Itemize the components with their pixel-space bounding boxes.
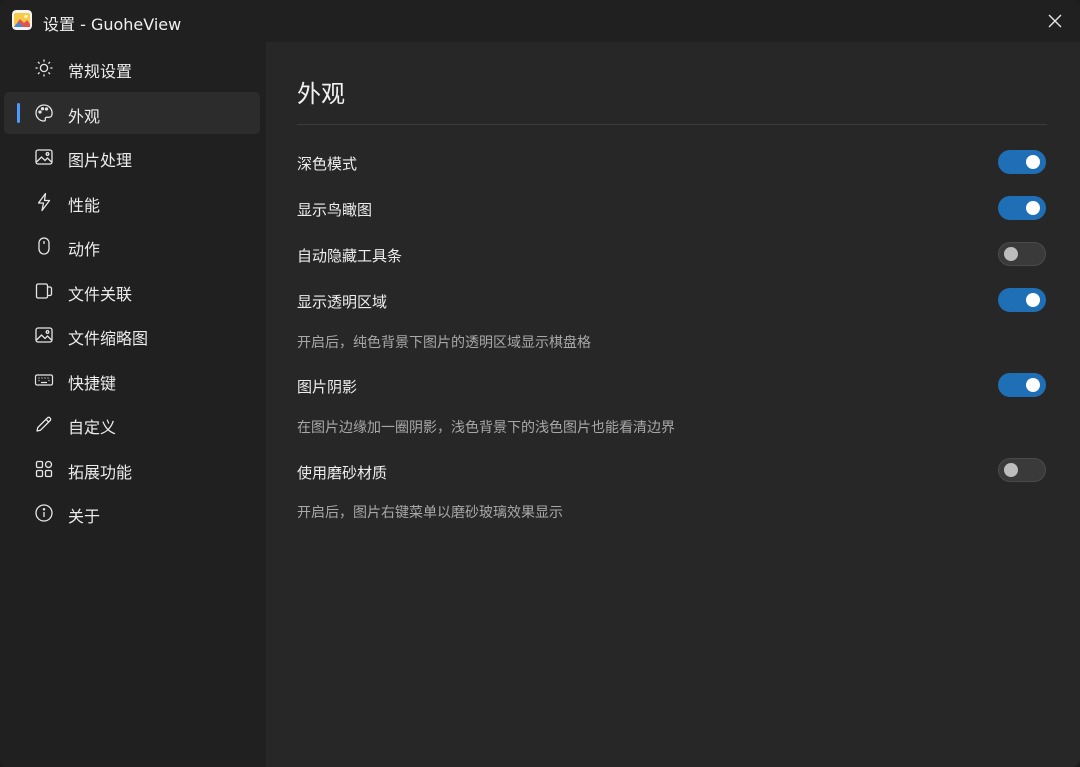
setting-description: 开启后，纯色背景下图片的透明区域显示棋盘格 [297, 335, 591, 351]
toggle-knob [1004, 247, 1018, 261]
sidebar-item-actions[interactable]: 动作 [4, 225, 260, 267]
app-logo-icon [12, 10, 32, 30]
sidebar: 常规设置 外观 图片处理 性能 动作 文件关联 文件缩略图 快捷键 自定义 拓展… [0, 42, 266, 767]
toggle-knob [1026, 378, 1040, 392]
setting-label-dark-mode: 深色模式 [297, 155, 358, 173]
sidebar-item-extensions[interactable]: 拓展功能 [4, 448, 260, 490]
sidebar-item-about[interactable]: 关于 [4, 492, 260, 534]
setting-description: 开启后，图片右键菜单以磨砂玻璃效果显示 [297, 505, 563, 521]
sidebar-item-label: 常规设置 [68, 62, 133, 81]
sidebar-item-label: 性能 [68, 196, 101, 215]
apps-icon [34, 459, 54, 479]
divider [297, 124, 1047, 125]
pencil-icon [34, 414, 54, 434]
thumbnail-icon [34, 325, 54, 345]
window-title: 设置 - GuoheView [43, 15, 182, 34]
setting-label-image-shadow: 图片阴影 [297, 378, 358, 396]
sidebar-item-label: 自定义 [68, 418, 117, 437]
setting-label-birdseye: 显示鸟瞰图 [297, 201, 373, 219]
sidebar-item-label: 文件关联 [68, 285, 133, 304]
sidebar-item-label: 快捷键 [68, 374, 117, 393]
birdseye-view-toggle[interactable] [998, 196, 1046, 220]
show-transparency-toggle[interactable] [998, 288, 1046, 312]
setting-description: 在图片边缘加一圈阴影，浅色背景下的浅色图片也能看清边界 [297, 420, 675, 436]
sidebar-item-shortcuts[interactable]: 快捷键 [4, 359, 260, 401]
file-link-icon [34, 281, 54, 301]
mouse-icon [34, 236, 54, 256]
title-bar: 设置 - GuoheView [0, 0, 1080, 42]
sun-icon [34, 58, 54, 78]
settings-window: 设置 - GuoheView 常规设置 外观 图片处理 性能 动作 文件关联 文… [0, 0, 1080, 767]
close-button[interactable] [1040, 6, 1070, 36]
sidebar-item-label: 动作 [68, 240, 101, 259]
keyboard-icon [34, 370, 54, 390]
dark-mode-toggle[interactable] [998, 150, 1046, 174]
sidebar-item-file-thumbnail[interactable]: 文件缩略图 [4, 314, 260, 356]
setting-label-frosted-material: 使用磨砂材质 [297, 464, 388, 482]
sidebar-item-label: 图片处理 [68, 151, 133, 170]
toggle-knob [1026, 155, 1040, 169]
lightning-icon [34, 192, 54, 212]
sidebar-item-customize[interactable]: 自定义 [4, 403, 260, 445]
palette-icon [34, 103, 54, 123]
info-icon [34, 503, 54, 523]
sidebar-item-file-association[interactable]: 文件关联 [4, 270, 260, 312]
auto-hide-toolbar-toggle[interactable] [998, 242, 1046, 266]
toggle-knob [1026, 293, 1040, 307]
setting-label-transparency: 显示透明区域 [297, 293, 388, 311]
close-icon [1048, 14, 1062, 28]
sidebar-item-general[interactable]: 常规设置 [4, 47, 260, 89]
frosted-material-toggle[interactable] [998, 458, 1046, 482]
sidebar-item-label: 文件缩略图 [68, 329, 149, 348]
toggle-knob [1026, 201, 1040, 215]
settings-content: 外观 深色模式 显示鸟瞰图 自动隐藏工具条 显示透明区域 开启后，纯色背景下图片… [266, 42, 1080, 767]
active-indicator [17, 103, 20, 123]
sidebar-item-label: 外观 [68, 107, 101, 126]
image-shadow-toggle[interactable] [998, 373, 1046, 397]
sidebar-item-label: 拓展功能 [68, 463, 133, 482]
setting-label-auto-hide-toolbar: 自动隐藏工具条 [297, 247, 403, 265]
toggle-knob [1004, 463, 1018, 477]
sidebar-item-performance[interactable]: 性能 [4, 181, 260, 223]
sidebar-item-image-processing[interactable]: 图片处理 [4, 136, 260, 178]
page-title: 外观 [297, 80, 345, 108]
sidebar-item-appearance[interactable]: 外观 [4, 92, 260, 134]
image-icon [34, 147, 54, 167]
sidebar-item-label: 关于 [68, 507, 101, 526]
